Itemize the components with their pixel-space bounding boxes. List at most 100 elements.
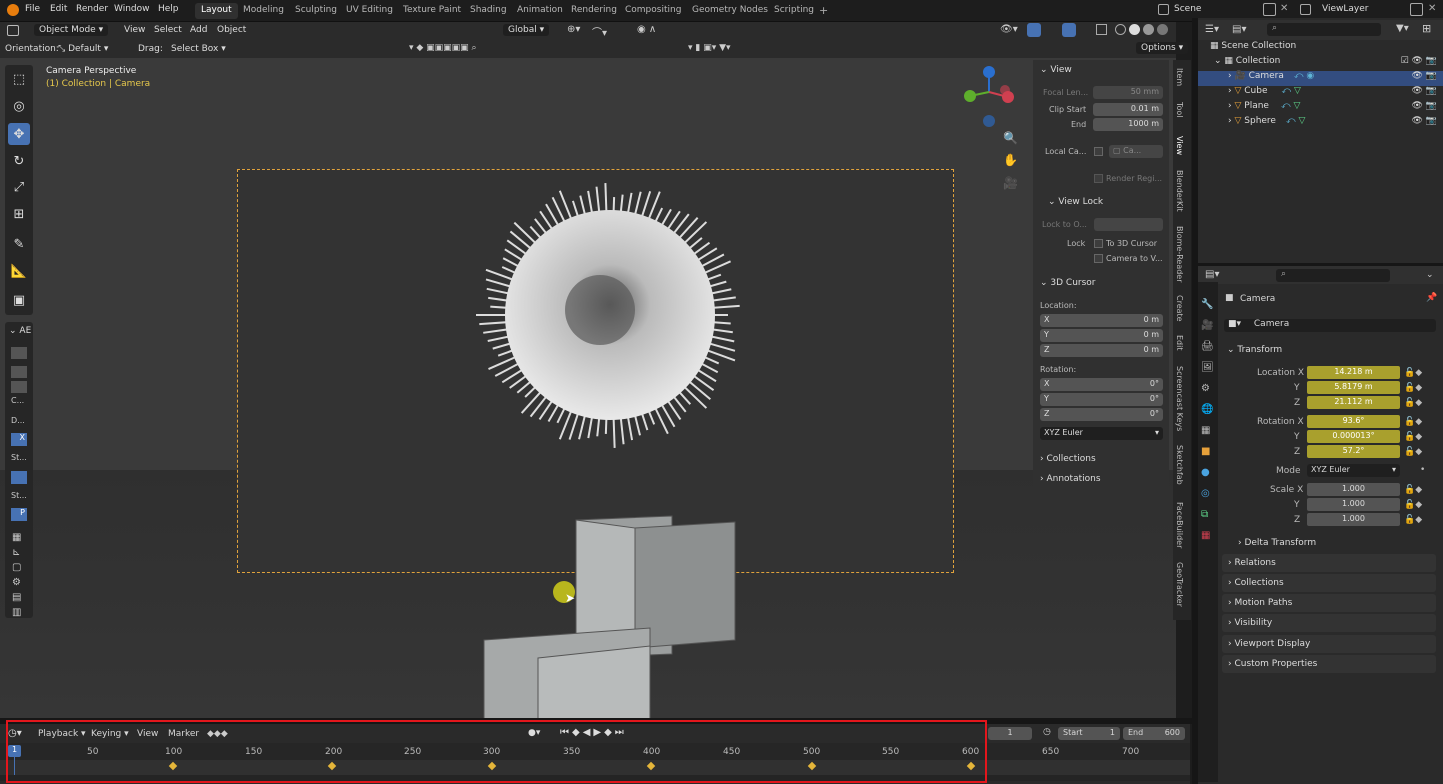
start-frame-field[interactable]: Start 1	[1058, 727, 1120, 740]
addon-button[interactable]	[11, 471, 27, 484]
menu-window[interactable]: Window	[114, 4, 150, 14]
sidebar-tab-geotracker[interactable]: GeoTracker	[1175, 562, 1184, 607]
cursor-tool-icon[interactable]: ◎	[8, 95, 30, 117]
pin-icon[interactable]: 📌	[1426, 293, 1437, 303]
measure-tool-icon[interactable]: 📐	[8, 260, 30, 282]
object-datablock-field[interactable]: ■▾ Camera	[1224, 319, 1436, 332]
addon-x-button[interactable]: X	[11, 433, 27, 446]
outliner-filter-icon[interactable]: ▼▾	[1396, 23, 1409, 34]
cursor-rotation-x-field[interactable]: X 0°	[1040, 378, 1163, 391]
rotation-y-field[interactable]: 0.000013°	[1307, 430, 1400, 443]
wireframe-shading-icon[interactable]	[1115, 24, 1126, 35]
tab-scripting[interactable]: Scripting	[768, 3, 820, 19]
addon-label[interactable]: C...	[11, 396, 24, 405]
addon-button[interactable]	[11, 381, 27, 393]
sidebar-tab-blome-reader[interactable]: Blome-Reader	[1175, 226, 1184, 283]
viewport-menu-select[interactable]: Select	[154, 25, 182, 35]
display-mode-icon[interactable]: ▤▾	[1232, 24, 1246, 35]
addon-button[interactable]	[11, 366, 27, 378]
transform-section-header[interactable]: ⌄ Transform	[1227, 345, 1282, 355]
pivot-icon[interactable]: ⊕▾	[567, 24, 580, 35]
tab-animation[interactable]: Animation	[511, 3, 569, 19]
rotation-x-field[interactable]: 93.6°	[1307, 415, 1400, 428]
view-lock-header[interactable]: ⌄ View Lock	[1048, 197, 1103, 207]
camera-view-icon[interactable]: 🎥	[1003, 176, 1018, 190]
scale-z-field[interactable]: 1.000	[1307, 513, 1400, 526]
viewport-menu-object[interactable]: Object	[217, 25, 246, 35]
tab-modeling[interactable]: Modeling	[237, 3, 290, 19]
options-dropdown[interactable]: Options ▾	[1136, 42, 1189, 54]
rotate-tool-icon[interactable]: ↻	[8, 150, 30, 172]
annotate-tool-icon[interactable]: ✎	[8, 233, 30, 255]
addon-icon-column[interactable]: ▦ ⊾ ▢ ⚙ ▤ ▥	[12, 530, 21, 620]
rendered-shading-icon[interactable]	[1157, 24, 1168, 35]
zoom-icon[interactable]: 🔍	[1003, 131, 1018, 145]
drag-dropdown[interactable]: Select Box ▾	[171, 44, 226, 54]
local-camera-field[interactable]: ▢ Ca...	[1109, 145, 1163, 158]
properties-options-icon[interactable]: ⌄	[1426, 270, 1434, 280]
filter-icons[interactable]: ▾ ▮ ▣▾ ▼▾	[688, 43, 731, 53]
navigation-gizmo[interactable]	[958, 62, 1020, 130]
properties-search-input[interactable]: ⌕	[1276, 269, 1390, 282]
cursor-rotation-y-field[interactable]: Y 0°	[1040, 393, 1163, 406]
chair-object[interactable]	[480, 510, 750, 720]
tab-uv-editing[interactable]: UV Editing	[340, 3, 399, 19]
viewport-menu-add[interactable]: Add	[190, 25, 207, 35]
visibility-icon[interactable]: 👁▾	[1000, 24, 1018, 35]
select-mode-icons[interactable]: ▾ ◆ ▣▣▣▣▣ ⌕	[409, 43, 477, 53]
motion-paths-panel[interactable]: › Motion Paths	[1222, 594, 1436, 612]
clip-end-field[interactable]: 1000 m	[1093, 118, 1163, 131]
tab-shading[interactable]: Shading	[464, 3, 513, 19]
add-cube-tool-icon[interactable]: ▣	[8, 289, 30, 311]
tab-geometry-nodes[interactable]: Geometry Nodes	[686, 3, 774, 19]
pan-hand-icon[interactable]: ✋	[1003, 153, 1018, 167]
rotation-z-field[interactable]: 57.2°	[1307, 445, 1400, 458]
view-layer-icon[interactable]	[1300, 4, 1311, 15]
outliner-row-sphere[interactable]: › ▽ Sphere ⤺ ▽ 👁 📷	[1198, 116, 1443, 131]
rotation-mode-dropdown[interactable]: XYZ Euler ▾	[1307, 464, 1400, 477]
snap-icon[interactable]: ⌒▾	[592, 24, 607, 39]
camera-to-view-checkbox[interactable]	[1094, 254, 1103, 263]
end-frame-field[interactable]: End 600	[1123, 727, 1185, 740]
scale-lock-icons[interactable]: 🔓◆ 🔓◆ 🔓◆	[1404, 483, 1422, 528]
tab-compositing[interactable]: Compositing	[619, 3, 687, 19]
rotation-mode-dot-icon[interactable]: •	[1420, 465, 1425, 475]
location-x-field[interactable]: 14.218 m	[1307, 366, 1400, 379]
transform-orientation-dropdown[interactable]: Global ▾	[503, 24, 550, 36]
custom-properties-panel[interactable]: › Custom Properties	[1222, 655, 1436, 673]
location-y-field[interactable]: 5.8179 m	[1307, 381, 1400, 394]
outliner-search-input[interactable]: ⌕	[1267, 23, 1381, 36]
scene-name[interactable]: Scene	[1174, 4, 1201, 14]
add-workspace-icon[interactable]: +	[819, 4, 828, 17]
outliner-row-cube[interactable]: › ▽ Cube ⤺ ▽ 👁 📷	[1198, 86, 1443, 101]
sidebar-tab-screencast-keys[interactable]: Screencast Keys	[1175, 366, 1184, 431]
tab-texture-paint[interactable]: Texture Paint	[397, 3, 467, 19]
delete-view-layer-icon[interactable]: ✕	[1428, 3, 1436, 14]
new-scene-icon[interactable]	[1263, 3, 1276, 16]
addon-p-button[interactable]: P	[11, 508, 27, 521]
sidebar-tab-edit[interactable]: Edit	[1175, 335, 1184, 351]
outliner-row-camera[interactable]: › 🎥 Camera ⤺ ◉ 👁 📷	[1198, 71, 1443, 86]
gizmo-toggle-icon[interactable]	[1027, 23, 1041, 37]
cursor-location-y-field[interactable]: Y 0 m	[1040, 329, 1163, 342]
location-z-field[interactable]: 21.112 m	[1307, 396, 1400, 409]
rotation-lock-icons[interactable]: 🔓◆ 🔓◆ 🔓◆	[1404, 415, 1422, 460]
move-tool-icon[interactable]: ✥	[8, 123, 30, 145]
focal-length-field[interactable]: 50 mm	[1093, 86, 1163, 99]
sidebar-tab-item[interactable]: Item	[1175, 68, 1184, 86]
scale-y-field[interactable]: 1.000	[1307, 498, 1400, 511]
lock-to-cursor-checkbox[interactable]	[1094, 239, 1103, 248]
new-collection-icon[interactable]: ⊞	[1422, 22, 1431, 35]
xray-icon[interactable]	[1096, 24, 1107, 35]
sidebar-tab-tool[interactable]: Tool	[1175, 102, 1184, 118]
editor-type-icon[interactable]	[7, 25, 19, 36]
view-section-header[interactable]: ⌄ View	[1040, 65, 1072, 75]
cursor-rotation-mode-dropdown[interactable]: XYZ Euler ▾	[1040, 427, 1163, 440]
sidebar-tab-view[interactable]: View	[1175, 136, 1184, 155]
scale-tool-icon[interactable]: ⤢	[8, 176, 30, 198]
delete-scene-icon[interactable]: ✕	[1280, 3, 1288, 14]
menu-edit[interactable]: Edit	[50, 4, 67, 14]
cursor-section-header[interactable]: ⌄ 3D Cursor	[1040, 278, 1096, 288]
collections-panel[interactable]: › Collections	[1222, 574, 1436, 592]
collections-section-header[interactable]: › Collections	[1040, 454, 1096, 464]
